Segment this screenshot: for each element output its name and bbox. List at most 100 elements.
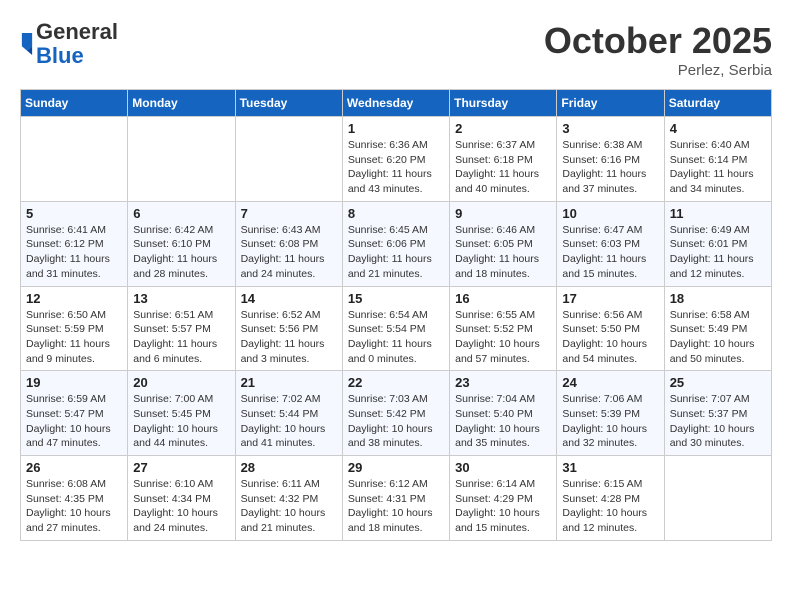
day-number: 24 [562,375,658,390]
day-number: 31 [562,460,658,475]
calendar-cell: 24 Sunrise: 7:06 AMSunset: 5:39 PMDaylig… [557,371,664,456]
day-number: 21 [241,375,337,390]
page-header: General Blue October 2025 Perlez, Serbia [20,20,772,79]
logo-text: General Blue [36,20,118,68]
day-info: Sunrise: 6:42 AMSunset: 6:10 PMDaylight:… [133,223,229,282]
day-number: 14 [241,291,337,306]
day-info: Sunrise: 6:50 AMSunset: 5:59 PMDaylight:… [26,308,122,367]
calendar-cell: 26 Sunrise: 6:08 AMSunset: 4:35 PMDaylig… [21,456,128,541]
day-number: 26 [26,460,122,475]
day-number: 6 [133,206,229,221]
calendar-cell: 6 Sunrise: 6:42 AMSunset: 6:10 PMDayligh… [128,201,235,286]
calendar-week-5: 26 Sunrise: 6:08 AMSunset: 4:35 PMDaylig… [21,456,772,541]
day-number: 9 [455,206,551,221]
day-info: Sunrise: 6:14 AMSunset: 4:29 PMDaylight:… [455,477,551,536]
day-info: Sunrise: 6:08 AMSunset: 4:35 PMDaylight:… [26,477,122,536]
calendar: Sunday Monday Tuesday Wednesday Thursday… [20,89,772,541]
day-info: Sunrise: 6:15 AMSunset: 4:28 PMDaylight:… [562,477,658,536]
calendar-cell: 31 Sunrise: 6:15 AMSunset: 4:28 PMDaylig… [557,456,664,541]
calendar-cell: 17 Sunrise: 6:56 AMSunset: 5:50 PMDaylig… [557,286,664,371]
day-number: 25 [670,375,766,390]
calendar-cell: 22 Sunrise: 7:03 AMSunset: 5:42 PMDaylig… [342,371,449,456]
calendar-cell: 19 Sunrise: 6:59 AMSunset: 5:47 PMDaylig… [21,371,128,456]
day-info: Sunrise: 7:07 AMSunset: 5:37 PMDaylight:… [670,392,766,451]
calendar-cell: 27 Sunrise: 6:10 AMSunset: 4:34 PMDaylig… [128,456,235,541]
day-info: Sunrise: 7:03 AMSunset: 5:42 PMDaylight:… [348,392,444,451]
day-info: Sunrise: 6:47 AMSunset: 6:03 PMDaylight:… [562,223,658,282]
col-sunday: Sunday [21,90,128,117]
day-number: 17 [562,291,658,306]
title-block: October 2025 Perlez, Serbia [544,20,772,79]
calendar-cell: 11 Sunrise: 6:49 AMSunset: 6:01 PMDaylig… [664,201,771,286]
calendar-cell: 30 Sunrise: 6:14 AMSunset: 4:29 PMDaylig… [450,456,557,541]
calendar-cell [128,117,235,202]
day-number: 20 [133,375,229,390]
calendar-cell: 9 Sunrise: 6:46 AMSunset: 6:05 PMDayligh… [450,201,557,286]
day-number: 3 [562,121,658,136]
day-info: Sunrise: 6:43 AMSunset: 6:08 PMDaylight:… [241,223,337,282]
day-number: 27 [133,460,229,475]
calendar-cell: 14 Sunrise: 6:52 AMSunset: 5:56 PMDaylig… [235,286,342,371]
col-friday: Friday [557,90,664,117]
calendar-cell: 21 Sunrise: 7:02 AMSunset: 5:44 PMDaylig… [235,371,342,456]
col-saturday: Saturday [664,90,771,117]
day-number: 5 [26,206,122,221]
calendar-cell: 2 Sunrise: 6:37 AMSunset: 6:18 PMDayligh… [450,117,557,202]
day-number: 16 [455,291,551,306]
day-info: Sunrise: 6:54 AMSunset: 5:54 PMDaylight:… [348,308,444,367]
day-number: 1 [348,121,444,136]
day-info: Sunrise: 6:10 AMSunset: 4:34 PMDaylight:… [133,477,229,536]
day-number: 18 [670,291,766,306]
month-title: October 2025 [544,20,772,62]
calendar-cell: 1 Sunrise: 6:36 AMSunset: 6:20 PMDayligh… [342,117,449,202]
day-info: Sunrise: 6:49 AMSunset: 6:01 PMDaylight:… [670,223,766,282]
day-info: Sunrise: 6:37 AMSunset: 6:18 PMDaylight:… [455,138,551,197]
col-thursday: Thursday [450,90,557,117]
calendar-week-3: 12 Sunrise: 6:50 AMSunset: 5:59 PMDaylig… [21,286,772,371]
calendar-cell: 25 Sunrise: 7:07 AMSunset: 5:37 PMDaylig… [664,371,771,456]
day-number: 10 [562,206,658,221]
day-number: 13 [133,291,229,306]
calendar-cell: 28 Sunrise: 6:11 AMSunset: 4:32 PMDaylig… [235,456,342,541]
calendar-cell [235,117,342,202]
logo-general: General [36,20,118,44]
day-number: 12 [26,291,122,306]
calendar-cell: 5 Sunrise: 6:41 AMSunset: 6:12 PMDayligh… [21,201,128,286]
logo: General Blue [20,20,118,68]
day-info: Sunrise: 7:00 AMSunset: 5:45 PMDaylight:… [133,392,229,451]
calendar-cell [664,456,771,541]
day-number: 8 [348,206,444,221]
calendar-week-1: 1 Sunrise: 6:36 AMSunset: 6:20 PMDayligh… [21,117,772,202]
day-number: 28 [241,460,337,475]
day-info: Sunrise: 6:56 AMSunset: 5:50 PMDaylight:… [562,308,658,367]
col-monday: Monday [128,90,235,117]
location: Perlez, Serbia [544,62,772,79]
day-number: 11 [670,206,766,221]
day-number: 19 [26,375,122,390]
day-info: Sunrise: 7:04 AMSunset: 5:40 PMDaylight:… [455,392,551,451]
day-info: Sunrise: 6:51 AMSunset: 5:57 PMDaylight:… [133,308,229,367]
logo-blue: Blue [36,44,118,68]
calendar-week-2: 5 Sunrise: 6:41 AMSunset: 6:12 PMDayligh… [21,201,772,286]
day-info: Sunrise: 6:36 AMSunset: 6:20 PMDaylight:… [348,138,444,197]
day-number: 2 [455,121,551,136]
day-number: 22 [348,375,444,390]
calendar-cell: 15 Sunrise: 6:54 AMSunset: 5:54 PMDaylig… [342,286,449,371]
day-info: Sunrise: 7:02 AMSunset: 5:44 PMDaylight:… [241,392,337,451]
calendar-cell: 13 Sunrise: 6:51 AMSunset: 5:57 PMDaylig… [128,286,235,371]
day-info: Sunrise: 6:11 AMSunset: 4:32 PMDaylight:… [241,477,337,536]
calendar-cell: 16 Sunrise: 6:55 AMSunset: 5:52 PMDaylig… [450,286,557,371]
day-info: Sunrise: 6:41 AMSunset: 6:12 PMDaylight:… [26,223,122,282]
calendar-cell: 12 Sunrise: 6:50 AMSunset: 5:59 PMDaylig… [21,286,128,371]
col-wednesday: Wednesday [342,90,449,117]
day-info: Sunrise: 6:12 AMSunset: 4:31 PMDaylight:… [348,477,444,536]
day-number: 4 [670,121,766,136]
calendar-cell: 8 Sunrise: 6:45 AMSunset: 6:06 PMDayligh… [342,201,449,286]
calendar-cell: 4 Sunrise: 6:40 AMSunset: 6:14 PMDayligh… [664,117,771,202]
day-info: Sunrise: 6:46 AMSunset: 6:05 PMDaylight:… [455,223,551,282]
calendar-cell: 7 Sunrise: 6:43 AMSunset: 6:08 PMDayligh… [235,201,342,286]
day-info: Sunrise: 7:06 AMSunset: 5:39 PMDaylight:… [562,392,658,451]
calendar-week-4: 19 Sunrise: 6:59 AMSunset: 5:47 PMDaylig… [21,371,772,456]
calendar-cell: 29 Sunrise: 6:12 AMSunset: 4:31 PMDaylig… [342,456,449,541]
day-info: Sunrise: 6:45 AMSunset: 6:06 PMDaylight:… [348,223,444,282]
